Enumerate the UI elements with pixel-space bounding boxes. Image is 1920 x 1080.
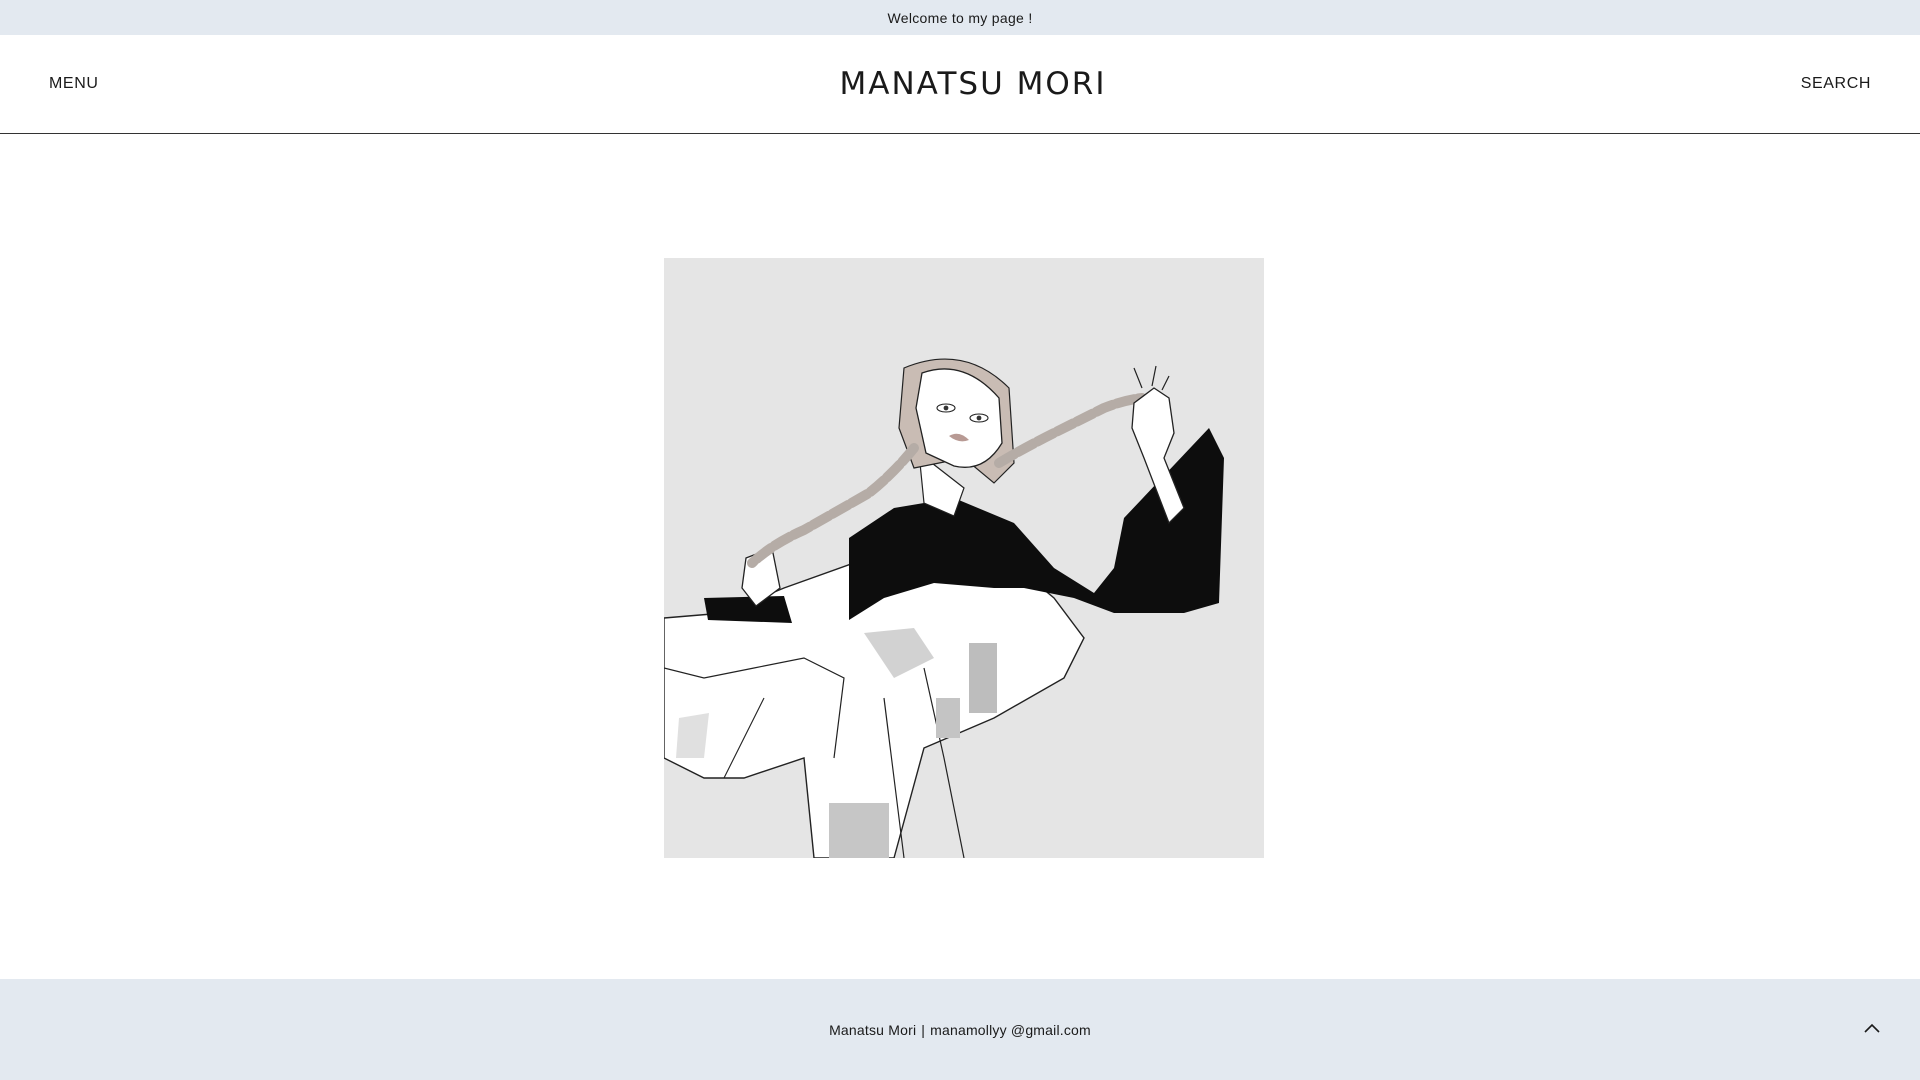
footer-credits: Manatsu Mori | manamollyy @gmail.com bbox=[0, 979, 1920, 1080]
site-title-link[interactable]: MANATSU MORI bbox=[840, 66, 1107, 102]
site-header: MENU MANATSU MORI SEARCH bbox=[0, 35, 1920, 134]
footer-separator: | bbox=[921, 1021, 926, 1038]
menu-button[interactable]: MENU bbox=[49, 35, 99, 133]
illustration-image bbox=[664, 258, 1264, 858]
main-content bbox=[0, 134, 1920, 979]
search-button[interactable]: SEARCH bbox=[1801, 35, 1871, 133]
chevron-up-icon bbox=[1864, 1023, 1880, 1033]
back-to-top-button[interactable] bbox=[1862, 1019, 1882, 1039]
footer-name: Manatsu Mori bbox=[829, 1021, 917, 1038]
site-footer: Manatsu Mori | manamollyy @gmail.com bbox=[0, 979, 1920, 1080]
announcement-bar: Welcome to my page ! bbox=[0, 0, 1920, 35]
announcement-text: Welcome to my page ! bbox=[887, 9, 1033, 26]
footer-email-link[interactable]: manamollyy @gmail.com bbox=[930, 1022, 1091, 1038]
site-title: MANATSU MORI bbox=[0, 35, 1920, 133]
